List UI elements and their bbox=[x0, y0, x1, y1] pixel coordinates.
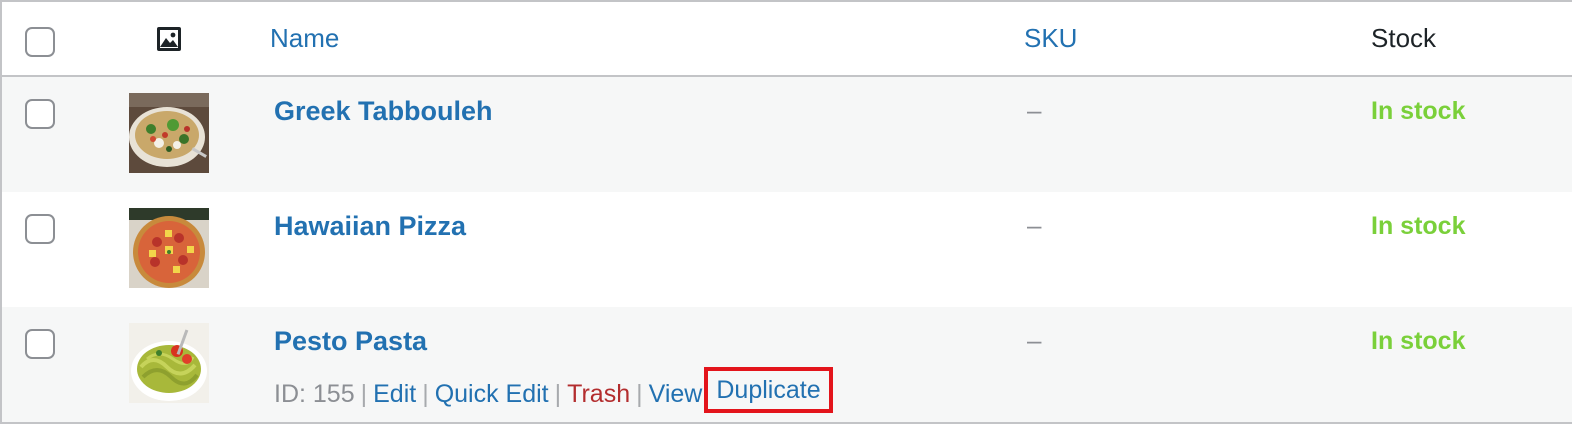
separator: | bbox=[360, 380, 368, 408]
product-thumbnail-salad[interactable] bbox=[129, 93, 209, 173]
stock-status: In stock bbox=[1371, 212, 1466, 240]
trash-link[interactable]: Trash bbox=[567, 380, 630, 408]
table-row: Pesto Pasta – In stock ID: 155 | Edit | Quic… bbox=[2, 307, 1572, 422]
product-id: ID: 155 bbox=[274, 380, 355, 408]
row-checkbox[interactable] bbox=[25, 329, 55, 359]
row-checkbox[interactable] bbox=[25, 214, 55, 244]
product-name-link[interactable]: Greek Tabbouleh bbox=[274, 96, 493, 127]
separator: | bbox=[422, 380, 429, 408]
column-header-sku[interactable]: SKU bbox=[1024, 23, 1077, 54]
product-name-link[interactable]: Hawaiian Pizza bbox=[274, 211, 466, 242]
duplicate-link[interactable]: Duplicate bbox=[716, 376, 820, 404]
row-actions: ID: 155 | Edit | Quick Edit | Trash | View Duplic… bbox=[274, 367, 833, 417]
table-row: Greek Tabbouleh – In stock bbox=[2, 77, 1572, 192]
separator: | bbox=[554, 380, 562, 408]
product-name-link[interactable]: Pesto Pasta bbox=[274, 326, 427, 357]
stock-status: In stock bbox=[1371, 327, 1466, 355]
column-header-stock: Stock bbox=[1371, 23, 1437, 53]
select-all-checkbox[interactable] bbox=[25, 27, 55, 57]
image-icon bbox=[157, 27, 181, 51]
product-sku: – bbox=[1027, 325, 1042, 355]
table-row: Hawaiian Pizza – In stock bbox=[2, 192, 1572, 307]
view-link[interactable]: View bbox=[649, 380, 703, 408]
quick-edit-link[interactable]: Quick Edit bbox=[435, 380, 549, 408]
column-header-name[interactable]: Name bbox=[270, 23, 339, 54]
product-sku: – bbox=[1027, 210, 1042, 240]
row-checkbox[interactable] bbox=[25, 99, 55, 129]
product-thumbnail-pasta[interactable] bbox=[129, 323, 209, 403]
edit-link[interactable]: Edit bbox=[373, 380, 416, 408]
table-header: Name SKU Stock bbox=[2, 2, 1572, 77]
duplicate-highlight: Duplicate bbox=[704, 367, 833, 413]
separator: | bbox=[636, 380, 643, 408]
product-thumbnail-pizza[interactable] bbox=[129, 208, 209, 288]
stock-status: In stock bbox=[1371, 97, 1466, 125]
product-sku: – bbox=[1027, 95, 1042, 125]
products-table: Name SKU Stock Greek Tabbouleh – In stoc… bbox=[0, 0, 1572, 424]
